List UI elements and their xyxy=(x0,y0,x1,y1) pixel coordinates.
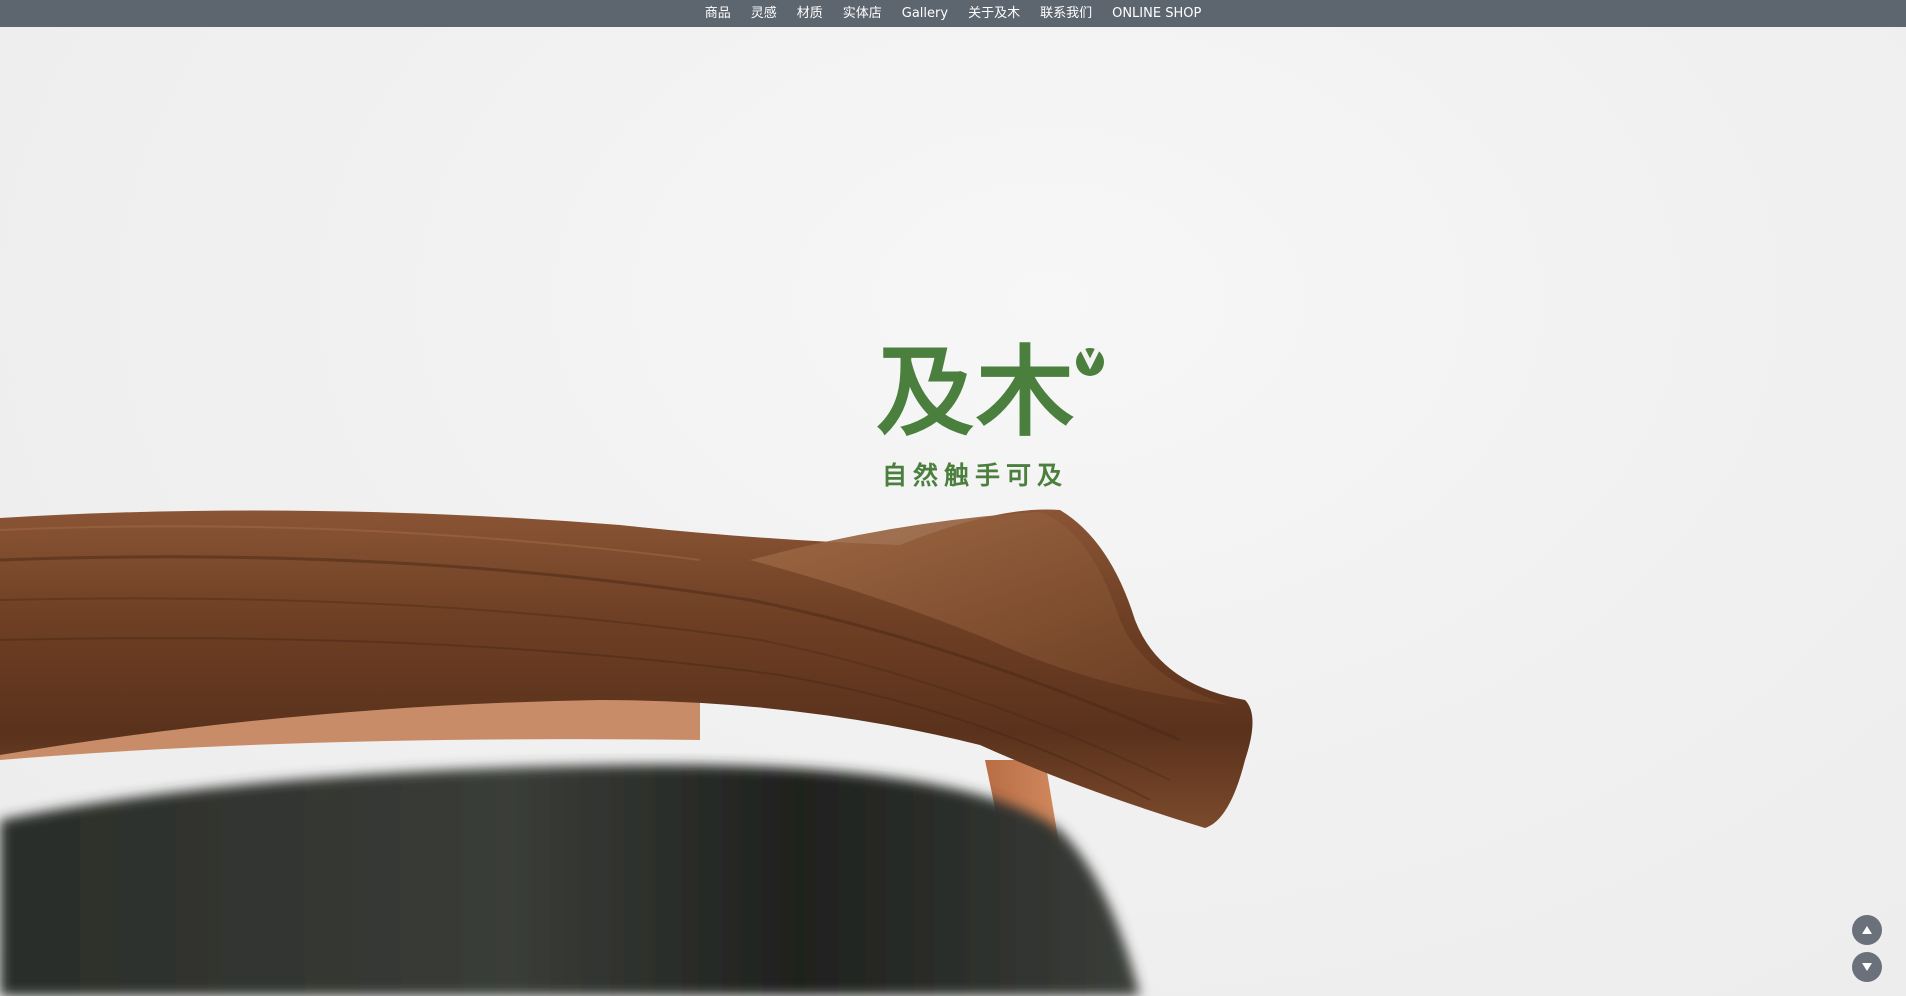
nav-item-contact[interactable]: 联系我们 xyxy=(1040,0,1092,27)
nav-item-products[interactable]: 商品 xyxy=(705,0,731,27)
nav-item-about[interactable]: 关于及木 xyxy=(968,0,1020,27)
triangle-down-icon xyxy=(1862,963,1872,971)
nav-item-materials[interactable]: 材质 xyxy=(797,0,823,27)
top-navigation: 商品 灵感 材质 实体店 Gallery 关于及木 联系我们 ONLINE SH… xyxy=(0,0,1906,27)
scroll-up-button[interactable] xyxy=(1852,915,1882,945)
nav-item-stores[interactable]: 实体店 xyxy=(843,0,882,27)
nav-item-inspiration[interactable]: 灵感 xyxy=(751,0,777,27)
nav-item-online-shop[interactable]: ONLINE SHOP xyxy=(1112,0,1201,27)
scroll-down-button[interactable] xyxy=(1852,952,1882,982)
hero-chair-image xyxy=(0,509,1253,996)
leather-seat xyxy=(0,764,1140,996)
brand-tagline: 自然触手可及 xyxy=(882,461,1069,490)
homepage: 商品 灵感 材质 实体店 Gallery 关于及木 联系我们 ONLINE SH… xyxy=(0,0,1906,996)
brand-logo: 及木 自然触手可及 xyxy=(876,338,1116,493)
nav-menu: 商品 灵感 材质 实体店 Gallery 关于及木 联系我们 ONLINE SH… xyxy=(705,0,1202,27)
nav-item-gallery[interactable]: Gallery xyxy=(902,0,948,27)
triangle-up-icon xyxy=(1862,926,1872,934)
leaf-seed-icon xyxy=(1076,347,1104,376)
brand-logo-name: 及木 xyxy=(876,336,1077,450)
